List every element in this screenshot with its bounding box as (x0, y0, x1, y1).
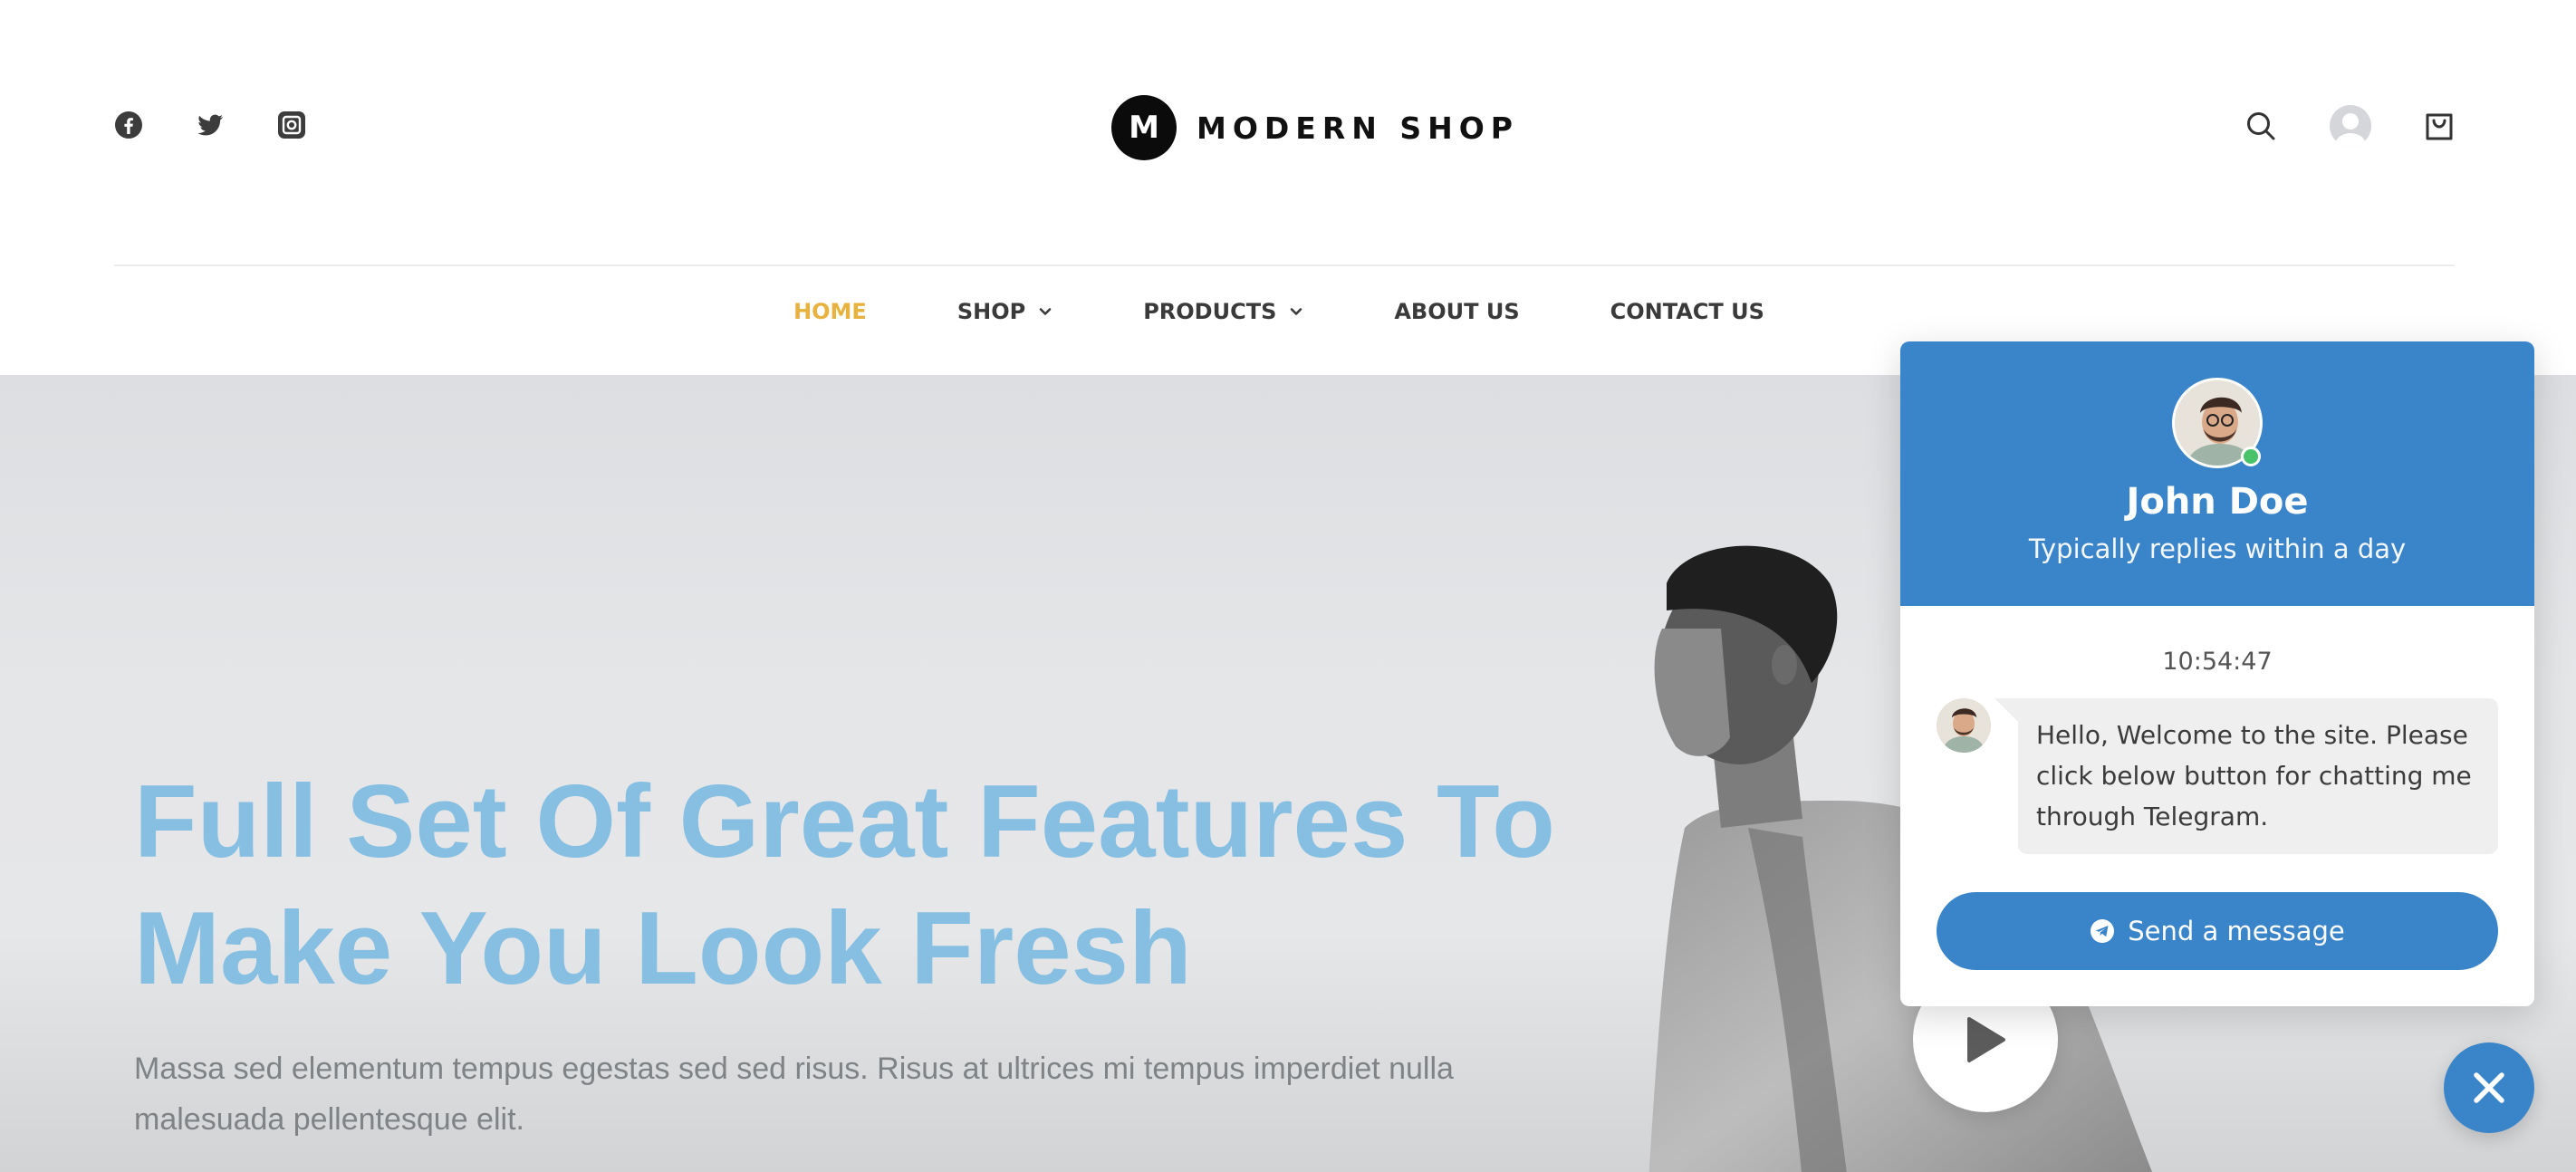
main-nav: HOME SHOP PRODUCTS ABOUT US CONTACT US (0, 299, 2576, 324)
agent-reply-status: Typically replies within a day (2028, 533, 2407, 564)
chevron-down-icon (1291, 308, 1302, 315)
nav-item-label: CONTACT US (1610, 299, 1764, 324)
twitter-icon[interactable] (196, 110, 225, 139)
telegram-icon (2091, 919, 2115, 943)
chat-close-button[interactable] (2444, 1042, 2534, 1133)
play-icon (1967, 1017, 2005, 1062)
chat-widget: John Doe Typically replies within a day … (1900, 341, 2534, 1006)
facebook-icon[interactable] (114, 110, 143, 139)
nav-item-home[interactable]: HOME (793, 299, 867, 324)
nav-item-shop[interactable]: SHOP (957, 299, 1053, 324)
close-icon (2474, 1072, 2504, 1103)
logo-text: MODERN SHOP (1197, 110, 1519, 146)
nav-item-about-us[interactable]: ABOUT US (1394, 299, 1519, 324)
site-header: M MODERN SHOP HOME SHOP PRODUCTS ABOUT U… (0, 0, 2576, 375)
nav-item-label: ABOUT US (1394, 299, 1520, 324)
nav-item-label: HOME (793, 299, 867, 324)
site-logo[interactable]: M MODERN SHOP (1111, 95, 1519, 160)
hero-description: Massa sed elementum tempus egestas sed s… (134, 1052, 1454, 1137)
nav-item-label: PRODUCTS (1143, 299, 1277, 324)
chat-message-bubble: Hello, Welcome to the site. Please click… (1994, 698, 2498, 854)
user-avatar-icon[interactable] (2330, 105, 2371, 147)
nav-item-label: SHOP (956, 299, 1026, 324)
send-message-button[interactable]: Send a message (1937, 892, 2498, 970)
hero-title: Full Set Of Great Features To Make You L… (134, 764, 1555, 1006)
chat-header: John Doe Typically replies within a day (1900, 341, 2534, 606)
agent-name: John Doe (2126, 481, 2309, 523)
header-actions (2244, 105, 2455, 147)
message-avatar (1937, 698, 1991, 753)
search-icon[interactable] (2244, 110, 2277, 142)
chevron-down-icon (1039, 308, 1052, 315)
send-message-label: Send a message (2128, 916, 2345, 946)
online-status-dot (2241, 447, 2261, 466)
social-links (114, 110, 306, 139)
message-timestamp: 10:54:47 (2162, 648, 2273, 676)
nav-item-contact-us[interactable]: CONTACT US (1610, 299, 1764, 324)
shopping-bag-icon[interactable] (2424, 110, 2455, 141)
nav-item-products[interactable]: PRODUCTS (1143, 299, 1303, 324)
logo-mark: M (1111, 95, 1177, 160)
instagram-icon[interactable] (277, 110, 306, 139)
header-divider (114, 264, 2455, 266)
